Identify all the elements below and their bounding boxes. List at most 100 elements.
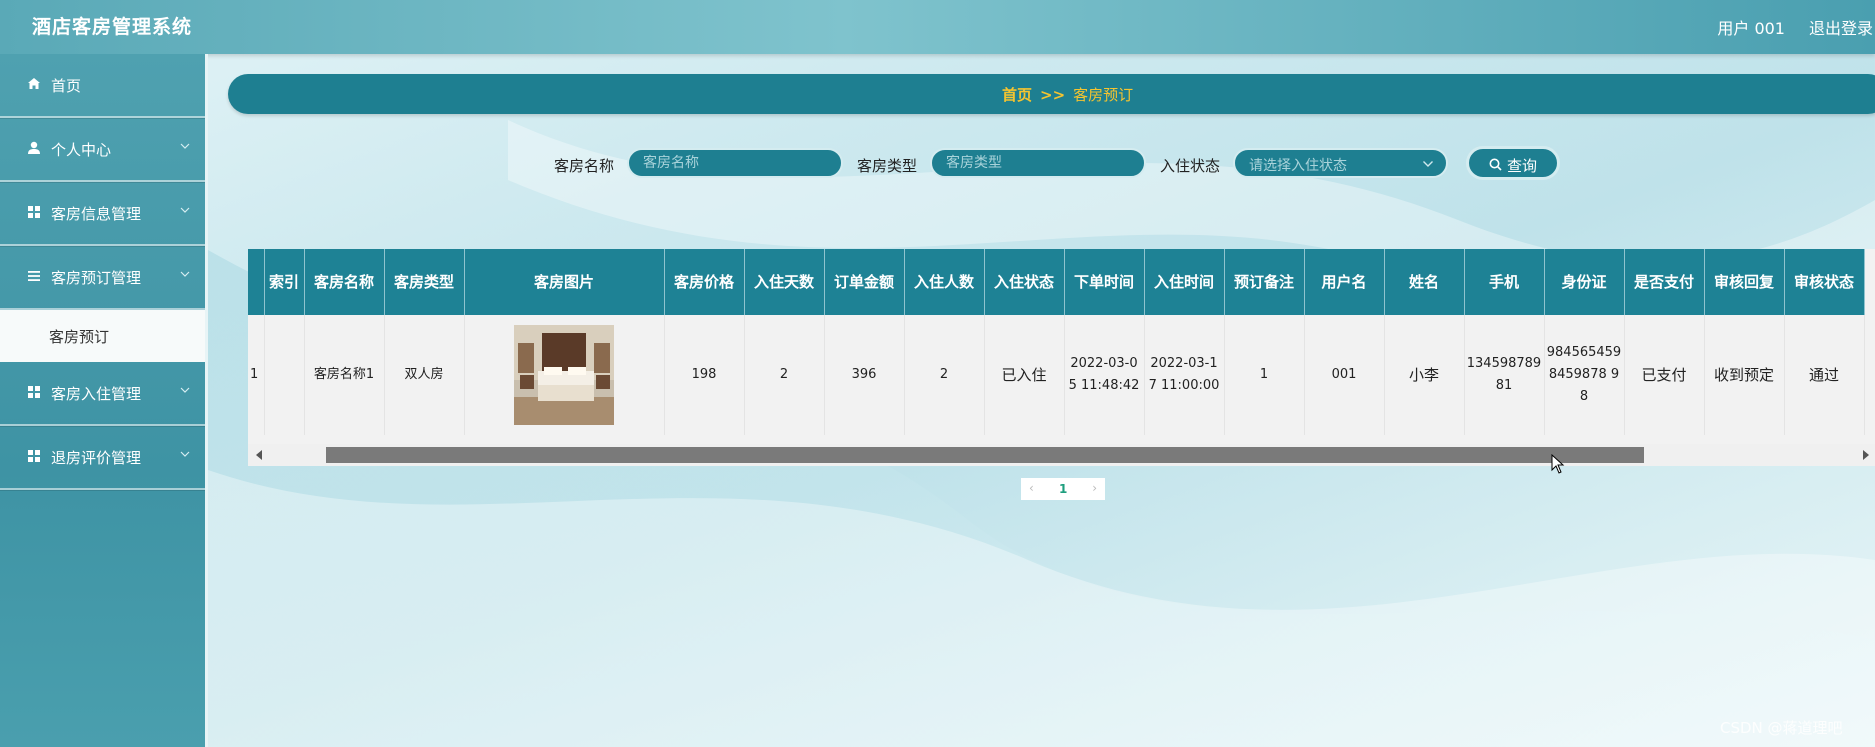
- sidebar-item-label: 客房预订管理: [51, 269, 142, 287]
- phone-cell: 13459878981: [1464, 315, 1545, 435]
- breadcrumb: 首页 >> 客房预订: [228, 74, 1875, 114]
- logout-link[interactable]: 退出登录: [1809, 15, 1873, 39]
- column-header: 客房类型: [384, 249, 465, 315]
- search-icon: [1489, 158, 1502, 171]
- sidebar-subitem-room-booking[interactable]: 客房预订: [0, 310, 205, 362]
- id-card-cell: 9845654598459878 98: [1544, 315, 1625, 435]
- room-type-input[interactable]: [930, 148, 1146, 178]
- price-cell: 198: [664, 315, 745, 435]
- booking-table: 索引 客房名称 客房类型 客房图片 客房价格 入住天数 订单金额 入住人数 入住…: [248, 249, 1865, 435]
- top-header: 酒店客房管理系统 用户 001 退出登录: [0, 0, 1875, 54]
- room-image-cell: [464, 315, 665, 435]
- room-name-label: 客房名称: [554, 157, 615, 175]
- breadcrumb-current: 客房预订: [1073, 86, 1134, 104]
- review-reply-cell: 收到预定: [1704, 315, 1785, 435]
- sidebar-item-checkout-review[interactable]: 退房评价管理: [0, 426, 205, 490]
- user-icon: [28, 141, 40, 154]
- list-icon: [28, 271, 40, 281]
- column-header: 客房图片: [464, 249, 665, 315]
- checkin-status-label: 入住状态: [1160, 157, 1221, 175]
- name-cell: 小李: [1384, 315, 1465, 435]
- column-header: 手机: [1464, 249, 1545, 315]
- room-name-cell: 客房名称1: [304, 315, 385, 435]
- sidebar-item-label: 客房信息管理: [51, 205, 142, 223]
- column-header: 下单时间: [1064, 249, 1145, 315]
- amount-cell: 396: [824, 315, 905, 435]
- home-icon: [28, 78, 40, 89]
- row-index-cell: 1: [248, 315, 265, 435]
- checkin-status-select[interactable]: 请选择入住状态: [1233, 148, 1448, 178]
- status-cell: 已入住: [984, 315, 1065, 435]
- query-button[interactable]: 查询: [1466, 146, 1560, 180]
- column-header: 姓名: [1384, 249, 1465, 315]
- pagination: ‹ 1 ›: [1021, 478, 1105, 500]
- sidebar: 首页 个人中心 客房信息管理 客房预订管理 客房预订 客房入住管理 退房评价管理: [0, 54, 208, 747]
- chevron-down-icon: [1423, 161, 1433, 167]
- booking-table-container: 索引 客房名称 客房类型 客房图片 客房价格 入住天数 订单金额 入住人数 入住…: [248, 249, 1875, 465]
- breadcrumb-separator: >>: [1040, 86, 1066, 104]
- sidebar-item-room-info[interactable]: 客房信息管理: [0, 182, 205, 246]
- column-header: 入住状态: [984, 249, 1065, 315]
- column-header: 是否支付: [1624, 249, 1705, 315]
- guests-cell: 2: [904, 315, 985, 435]
- grid-icon: [28, 386, 40, 398]
- username-cell: 001: [1304, 315, 1385, 435]
- select-column-header: [248, 249, 265, 315]
- table-row[interactable]: 1 客房名称1 双人房 198 2 396 2 已入住 2022-03-05 1…: [248, 315, 1865, 435]
- column-header: 订单金额: [824, 249, 905, 315]
- room-name-input[interactable]: [627, 148, 843, 178]
- mouse-cursor-icon: [1551, 454, 1565, 474]
- chevron-down-icon: [180, 387, 190, 393]
- sidebar-item-label: 个人中心: [51, 141, 112, 159]
- checkin-time-cell: 2022-03-17 11:00:00: [1144, 315, 1225, 435]
- column-header: 审核回复: [1704, 249, 1785, 315]
- sidebar-item-home[interactable]: 首页: [0, 54, 205, 118]
- grid-icon: [28, 450, 40, 462]
- next-page-icon[interactable]: ›: [1092, 481, 1097, 495]
- table-header-row: 索引 客房名称 客房类型 客房图片 客房价格 入住天数 订单金额 入住人数 入住…: [248, 249, 1865, 315]
- current-user: 用户 001: [1717, 19, 1785, 38]
- breadcrumb-home-link[interactable]: 首页: [1002, 86, 1032, 104]
- remark-cell: 1: [1224, 315, 1305, 435]
- sidebar-subitem-label: 客房预订: [49, 328, 110, 346]
- grid-icon: [28, 206, 40, 218]
- chevron-down-icon: [180, 207, 190, 213]
- column-header: 客房名称: [304, 249, 385, 315]
- order-time-cell: 2022-03-05 11:48:42: [1064, 315, 1145, 435]
- breadcrumb-trail: 首页 >> 客房预订: [1002, 84, 1133, 105]
- select-placeholder: 请选择入住状态: [1249, 158, 1347, 174]
- page-number[interactable]: 1: [1059, 482, 1067, 496]
- sidebar-item-label: 首页: [51, 77, 82, 95]
- scroll-right-arrow-icon[interactable]: [1863, 450, 1869, 460]
- app-title: 酒店客房管理系统: [32, 16, 193, 38]
- scroll-left-arrow-icon[interactable]: [256, 450, 262, 460]
- room-image[interactable]: [514, 325, 614, 425]
- column-header: 客房价格: [664, 249, 745, 315]
- scrollbar-thumb[interactable]: [326, 447, 1644, 463]
- column-header: 索引: [264, 249, 305, 315]
- prev-page-icon[interactable]: ‹: [1029, 481, 1034, 495]
- chevron-down-icon: [180, 451, 190, 457]
- sidebar-item-booking-management[interactable]: 客房预订管理: [0, 246, 205, 310]
- chevron-down-icon: [180, 271, 190, 277]
- column-header: 身份证: [1544, 249, 1625, 315]
- chevron-down-icon: [180, 143, 190, 149]
- sidebar-item-label: 客房入住管理: [51, 385, 142, 403]
- room-type-label: 客房类型: [857, 157, 918, 175]
- review-status-cell: 通过: [1784, 315, 1865, 435]
- sidebar-item-label: 退房评价管理: [51, 449, 142, 467]
- sidebar-item-checkin-management[interactable]: 客房入住管理: [0, 362, 205, 426]
- column-header: 入住人数: [904, 249, 985, 315]
- watermark: CSDN @蒋道理吧: [1720, 719, 1843, 737]
- column-header: 审核状态: [1784, 249, 1865, 315]
- horizontal-scrollbar[interactable]: [248, 444, 1875, 466]
- column-header: 用户名: [1304, 249, 1385, 315]
- index-cell: [264, 315, 305, 435]
- column-header: 入住时间: [1144, 249, 1225, 315]
- days-cell: 2: [744, 315, 825, 435]
- paid-cell: 已支付: [1624, 315, 1705, 435]
- room-type-cell: 双人房: [384, 315, 465, 435]
- sidebar-item-personal-center[interactable]: 个人中心: [0, 118, 205, 182]
- column-header: 入住天数: [744, 249, 825, 315]
- query-button-label: 查询: [1507, 157, 1538, 175]
